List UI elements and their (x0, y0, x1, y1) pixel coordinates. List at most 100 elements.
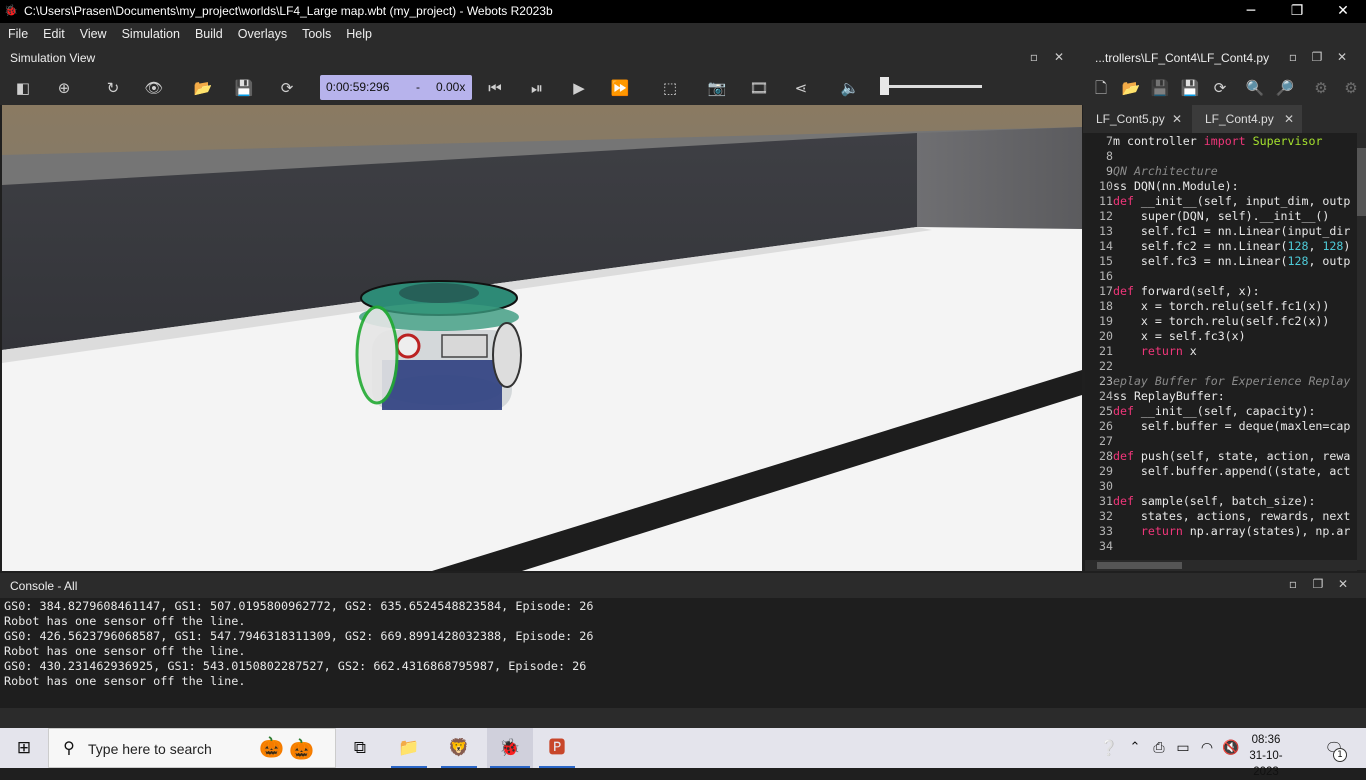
reset-simulation-icon[interactable]: ⏮ (485, 78, 505, 98)
maximize-editor-icon[interactable]: ❐ (1309, 50, 1325, 66)
code-line: 13 self.fc1 = nn.Linear(input_dir (1085, 224, 1357, 239)
step-icon[interactable]: ⏯ (527, 78, 547, 98)
line-number: 21 (1099, 344, 1113, 358)
file-explorer-icon[interactable]: 📁 (397, 736, 421, 760)
code-line: 8 (1085, 149, 1357, 164)
webots-taskbar-button[interactable]: 🐞 (487, 728, 533, 768)
minimize-button[interactable]: ─ (1228, 0, 1274, 23)
taskbar-clock[interactable]: 08:36 31-10-2023 (1237, 732, 1295, 780)
code-text: def __init__(self, capacity): (1113, 404, 1316, 418)
menu-help[interactable]: Help (338, 23, 379, 46)
record-movie-icon[interactable]: 🎞 (749, 78, 769, 98)
reload-world-icon[interactable]: ⟳ (277, 78, 297, 98)
editor-vertical-scroll-thumb[interactable] (1357, 148, 1366, 216)
float-panel-icon[interactable]: ▫ (1026, 50, 1042, 66)
render-toggle-icon[interactable]: ⬚ (660, 78, 680, 98)
volume-slider-track[interactable] (882, 85, 982, 88)
code-line: 23 eplay Buffer for Experience Replay (1085, 374, 1357, 389)
share-icon[interactable]: ⋖ (791, 78, 811, 98)
code-text: self.fc2 = nn.Linear(128, 128) (1113, 239, 1351, 253)
menu-edit[interactable]: Edit (35, 23, 72, 46)
wifi-icon[interactable]: ◠ (1195, 736, 1219, 760)
code-line: 18 x = torch.relu(self.fc1(x)) (1085, 299, 1357, 314)
code-line: 33 return np.array(states), np.ar (1085, 524, 1357, 539)
code-line: 7m controller import Supervisor (1085, 134, 1357, 149)
menu-file[interactable]: File (0, 23, 35, 46)
mute-speaker-icon[interactable]: 🔈 (840, 78, 860, 98)
close-tab-icon[interactable]: ✕ (1284, 105, 1294, 133)
menu-tools[interactable]: Tools (294, 23, 338, 46)
tab-lf-cont5[interactable]: LF_Cont5.py ✕ (1083, 105, 1190, 133)
revert-icon[interactable]: ⟳ (1210, 78, 1230, 98)
code-line: 11 def __init__(self, input_dim, outp (1085, 194, 1357, 209)
screenshot-camera-icon[interactable]: 📷 (707, 78, 727, 98)
scene-render (2, 105, 1082, 571)
save-as-icon[interactable]: 💾 (1180, 78, 1200, 98)
windows-start-icon[interactable]: ⊞ (12, 736, 36, 760)
menu-simulation[interactable]: Simulation (114, 23, 187, 46)
notification-badge: 1 (1333, 748, 1347, 762)
code-text: x = torch.relu(self.fc1(x)) (1113, 299, 1330, 313)
3d-viewport[interactable] (2, 105, 1082, 571)
simulation-time-display: 0:00:59:296 - 0.00x (320, 75, 472, 100)
float-console-icon[interactable]: ▫ (1285, 577, 1301, 593)
close-editor-icon[interactable]: ✕ (1334, 50, 1350, 66)
code-line: 17 def forward(self, x): (1085, 284, 1357, 299)
show-hidden-icons-chevron-icon[interactable]: ⌃ (1123, 736, 1147, 760)
scene-tree-toggle-icon[interactable]: ◧ (13, 78, 33, 98)
maximize-console-icon[interactable]: ❐ (1310, 577, 1326, 593)
console-line: Robot has one sensor off the line. (4, 674, 246, 688)
code-editor[interactable]: 7m controller import Supervisor 8 9 QN Arch… (1085, 133, 1357, 570)
console-output[interactable]: GS0: 384.8279608461147, GS1: 507.0195800… (0, 598, 1366, 708)
open-world-icon[interactable]: 📂 (193, 78, 213, 98)
save-world-icon[interactable]: 💾 (234, 78, 254, 98)
editor-horizontal-scroll-thumb[interactable] (1097, 562, 1182, 569)
menu-view[interactable]: View (72, 23, 114, 46)
add-node-icon[interactable]: ⊕ (54, 78, 74, 98)
line-number: 15 (1099, 254, 1113, 268)
close-panel-icon[interactable]: ✕ (1051, 50, 1067, 66)
menu-overlays[interactable]: Overlays (230, 23, 294, 46)
find-icon[interactable]: 🔍 (1245, 78, 1265, 98)
code-line: 10 ss DQN(nn.Module): (1085, 179, 1357, 194)
clean-icon[interactable]: ⚙ (1341, 78, 1361, 98)
replace-icon[interactable]: 🔎 (1275, 78, 1295, 98)
tab-lf-cont4[interactable]: LF_Cont4.py ✕ (1192, 105, 1302, 133)
code-line: 12 super(DQN, self).__init__() (1085, 209, 1357, 224)
new-file-icon[interactable]: 🗋 (1091, 78, 1111, 98)
menu-build[interactable]: Build (187, 23, 230, 46)
brave-browser-icon[interactable]: 🦁 (447, 736, 471, 760)
editor-tab-bar: LF_Cont5.py ✕ LF_Cont4.py ✕ (1083, 105, 1366, 133)
line-number: 29 (1099, 464, 1113, 478)
battery-icon[interactable]: ▭ (1171, 736, 1195, 760)
close-window-button[interactable]: ✕ (1320, 0, 1366, 23)
console-line: GS0: 384.8279608461147, GS1: 507.0195800… (4, 599, 594, 613)
open-file-icon[interactable]: 📂 (1121, 78, 1141, 98)
close-tab-icon[interactable]: ✕ (1172, 105, 1182, 133)
fast-forward-icon[interactable]: ⏩ (610, 78, 630, 98)
help-icon[interactable]: ❔ (1097, 736, 1121, 760)
volume-slider-handle[interactable] (880, 77, 889, 95)
code-line: 24 ss ReplayBuffer: (1085, 389, 1357, 404)
meet-now-icon[interactable]: ⎙ (1147, 736, 1171, 760)
taskbar-search-box[interactable]: ⚲ Type here to search 🎃 🎃 (48, 728, 336, 768)
editor-file-path: ...trollers\LF_Cont4\LF_Cont4.py (1095, 51, 1270, 65)
code-line: 30 (1085, 479, 1357, 494)
build-gear-icon[interactable]: ⚙ (1311, 78, 1331, 98)
close-console-icon[interactable]: ✕ (1335, 577, 1351, 593)
search-placeholder: Type here to search (88, 741, 212, 757)
view-eye-icon[interactable]: 👁 (144, 78, 164, 98)
line-number: 17 (1099, 284, 1113, 298)
reset-viewpoint-icon[interactable]: ↻ (103, 78, 123, 98)
float-editor-icon[interactable]: ▫ (1285, 50, 1301, 66)
line-number: 23 (1099, 374, 1113, 388)
simulation-view-title: Simulation View (10, 51, 96, 65)
task-view-icon[interactable]: ⧉ (348, 736, 372, 760)
simulation-speed: 0.00x (436, 80, 466, 94)
run-realtime-icon[interactable]: ▶ (569, 78, 589, 98)
maximize-button[interactable]: ❐ (1274, 0, 1320, 23)
code-line: 32 states, actions, rewards, next (1085, 509, 1357, 524)
save-file-icon[interactable]: 💾 (1150, 78, 1170, 98)
powerpoint-icon[interactable]: 🅿 (545, 736, 569, 760)
code-text: x = self.fc3(x) (1113, 329, 1246, 343)
